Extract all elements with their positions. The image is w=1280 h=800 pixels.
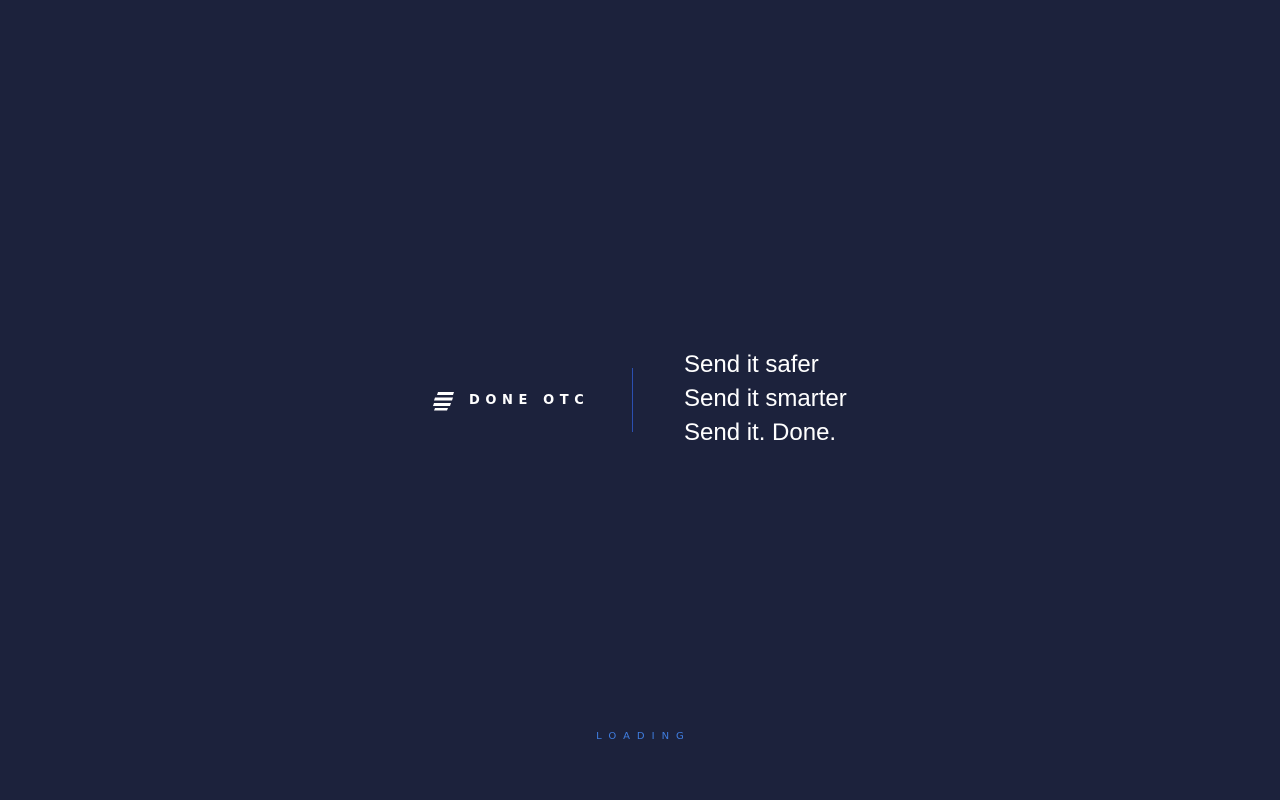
tagline-list: Send it safer Send it smarter Send it. D…: [684, 348, 847, 450]
brand-name: DONE OTC: [469, 393, 590, 408]
brand-lockup: DONE OTC: [432, 390, 589, 412]
tagline-1: Send it safer: [684, 351, 819, 378]
tagline-2: Send it smarter: [684, 385, 847, 412]
splash-screen: DONE OTC Send it safer Send it smarter S…: [0, 0, 1280, 800]
tagline-3: Send it. Done.: [684, 419, 837, 446]
vertical-divider: [632, 368, 633, 432]
loading-status: LOADING: [596, 731, 691, 742]
done-otc-logo-icon: [433, 392, 454, 411]
